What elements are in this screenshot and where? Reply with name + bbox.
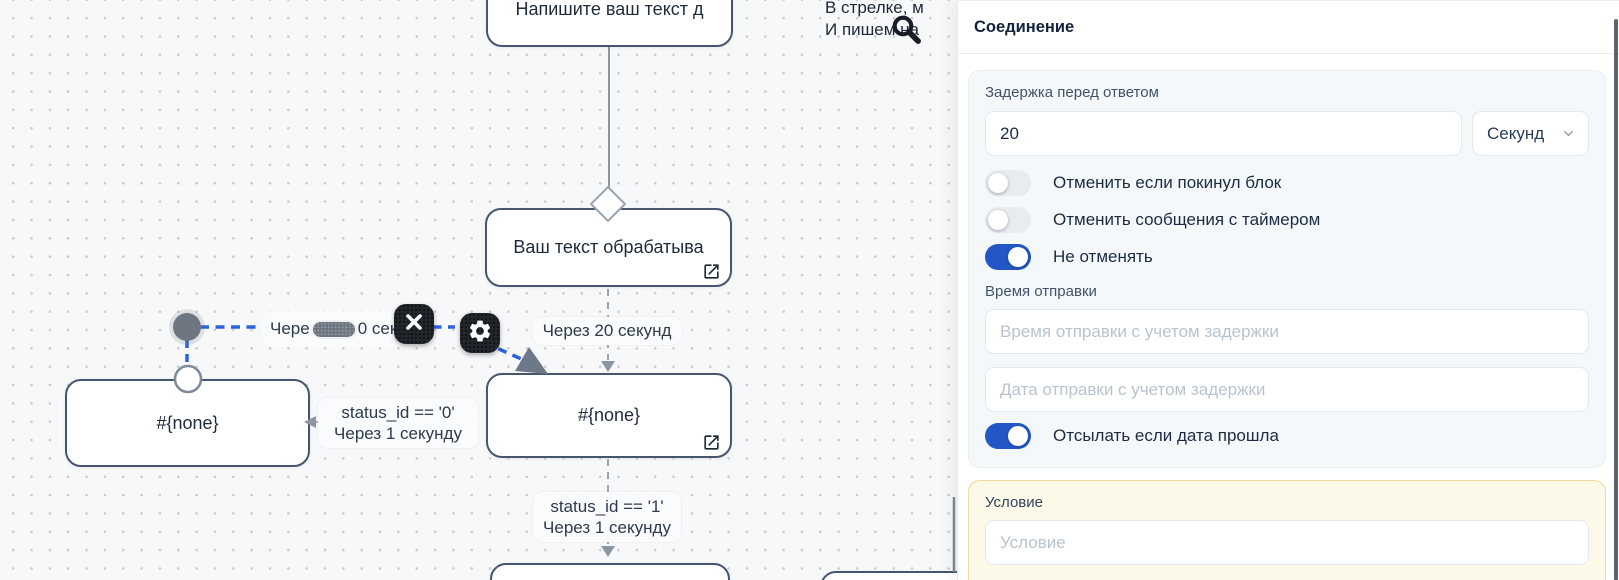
toggle-row-cancel-timer-messages: Отменить сообщения с таймером [985,207,1589,233]
node-title: #{none} [156,413,218,434]
delay-label: Задержка перед ответом [985,85,1589,101]
edge-label-status-1[interactable]: status_id == '1' Через 1 секунду [533,492,681,542]
edge-label-after-20s[interactable]: Через 20 секунд [533,317,682,345]
send-time-label: Время отправки [985,284,1589,300]
flow-node-write-text[interactable]: Напишите ваш текст д [486,0,733,47]
connection-settings-panel: Соединение Задержка перед ответом Секунд… [957,0,1619,580]
edge-condition: status_id == '1' [543,496,671,517]
toggle-label: Отменить если покинул блок [1053,173,1281,193]
toggle-cancel-if-left[interactable] [985,170,1031,196]
toggle-row-send-if-past: Отсылать если дата прошла [985,423,1589,449]
delay-unit-select[interactable]: Секунд [1472,111,1589,156]
toggle-label: Не отменять [1053,247,1153,267]
selected-label-pill [313,322,355,337]
external-link-icon[interactable] [702,433,721,452]
condition-input[interactable] [985,520,1589,565]
x-icon [404,312,424,337]
condition-label: Условие [985,495,1589,511]
delay-value-input[interactable] [985,111,1462,156]
chevron-down-icon [1561,126,1576,141]
condition-card: Условие Выбор соответствия [968,480,1606,580]
edge-delay: Через 1 секунду [543,517,671,538]
edge-label-status-0[interactable]: status_id == '0' Через 1 секунду [318,398,478,448]
flow-node-bottom-right[interactable] [820,571,980,580]
edge-settings-button[interactable] [460,313,500,353]
send-time-input[interactable] [985,309,1589,354]
delete-edge-button[interactable] [394,304,434,344]
flow-node-processing[interactable]: Ваш текст обрабатыва [485,208,732,287]
edge-condition: status_id == '0' [328,402,468,423]
toggle-label: Отменить сообщения с таймером [1053,210,1320,230]
flow-node-bottom-center[interactable] [490,563,730,580]
node-title: Напишите ваш текст д [515,0,703,20]
panel-scrollbar[interactable] [1614,19,1618,580]
toggle-label: Отсылать если дата прошла [1053,426,1279,446]
toggle-cancel-timer-messages[interactable] [985,207,1031,233]
toggle-no-cancel[interactable] [985,244,1031,270]
toggle-send-if-past[interactable] [985,423,1031,449]
external-link-icon[interactable] [702,262,721,281]
selected-label-prefix: Чере [270,319,310,339]
edge-delay: Через 1 секунду [328,423,468,444]
node-title: Ваш текст обрабатыва [513,237,703,258]
gear-icon [467,318,493,349]
delay-settings-card: Задержка перед ответом Секунд Отменить е… [968,70,1606,468]
node-title: #{none} [578,405,640,426]
delay-unit-value: Секунд [1487,124,1544,144]
flow-node-none-right[interactable]: #{none} [486,373,732,458]
panel-title: Соединение [958,1,1619,54]
app-window: Напишите ваш текст д Ваш текст обрабатыв… [0,0,1619,580]
send-date-input[interactable] [985,367,1589,412]
toggle-row-cancel-if-left: Отменить если покинул блок [985,170,1589,196]
magnifier-icon [889,12,923,46]
toggle-row-no-cancel: Не отменять [985,244,1589,270]
edge-label-selected[interactable]: Чере 0 секу [262,311,402,347]
flow-node-none-left[interactable]: #{none} [65,379,310,467]
